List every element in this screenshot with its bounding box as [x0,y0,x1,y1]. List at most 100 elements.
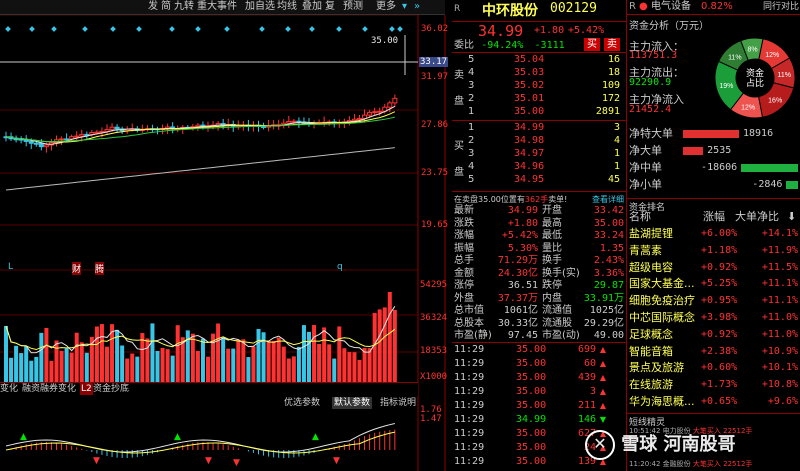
indicator-tabbar: 变化 融资融券变化 L2 资金抄底 [0,382,418,396]
toolbar-btn-events[interactable]: 重大事件 [197,0,237,14]
volume-bar [165,349,170,382]
book-level[interactable]: 1 35.00 2891 [452,105,626,118]
tab-change[interactable]: 变化 [0,383,18,395]
rank-row[interactable]: 中芯国际概念 +3.98% +11.0% [627,310,800,326]
book-level-volume: 109 [601,80,620,91]
toolbar-btn-fa[interactable]: 发 [148,0,158,14]
optimize-params-tab[interactable]: 优选参数 [284,397,320,409]
volume-bar [195,350,200,382]
toolbar-btn-predict[interactable]: 预测 [343,0,363,14]
book-level[interactable]: 4 34.96 1 [452,160,626,173]
stat-value: 33.42 [593,205,624,216]
signal-diamond-icon [224,26,230,32]
sort-down-icon[interactable]: ⬇ [787,210,796,224]
volume-bar [276,337,281,382]
toolbar-btn-more[interactable]: 更多 [376,0,396,14]
book-level-price: 34.95 [514,174,545,185]
stat-value: 2.43% [593,255,624,266]
tab-fund-bottom[interactable]: 资金抄底 [93,383,129,395]
rank-row[interactable]: 华为海思概... +0.65% +9.6% [627,394,800,410]
flow-bar-value: 2535 [707,145,732,156]
stat-value: 37.37万 [497,292,538,304]
sell-button[interactable]: 卖 [604,38,620,51]
tick-price: 35.00 [516,372,547,383]
signal-diamond-icon [169,26,175,32]
rank-row[interactable]: 在线旅游 +1.73% +10.8% [627,377,800,393]
toolbar-btn-overlay[interactable]: 叠加 [302,0,322,14]
rank-row[interactable]: 智能音箱 +2.38% +10.9% [627,344,800,360]
book-level[interactable]: 2 34.98 4 [452,134,626,147]
rank-name: 中芯国际概念 [629,311,695,324]
rank-row[interactable]: 细胞免疫治疗 +0.95% +11.1% [627,293,800,309]
marker-cai[interactable]: 财 [72,262,82,275]
toolbar-btn-ma[interactable]: 均线 [277,0,297,14]
view-detail-link[interactable]: 查看详细 [592,194,624,205]
arrow-icon[interactable]: » [414,0,420,14]
marker-l: L [8,262,14,272]
tick-price: 35.00 [516,358,547,369]
weibi-label: 委比 [454,40,474,51]
volume-bar [190,333,195,382]
volume-bar [367,348,372,382]
rank-row[interactable]: 超级电容 +0.92% +11.5% [627,260,800,276]
buy-button[interactable]: 买 [584,38,600,51]
stat-value: 24.30亿 [497,267,538,279]
rank-header-name[interactable]: 名称 [629,210,651,224]
toolbar-btn-fu[interactable]: 复 [325,0,335,14]
rank-pct: +1.73% [701,379,738,391]
toolbar-btn-jiuzhuan[interactable]: 九转 [174,0,194,14]
candle [28,140,34,144]
book-level[interactable]: 4 35.03 18 [452,66,626,79]
sector-name[interactable]: 电气设备 [651,0,691,14]
book-level-price: 34.98 [514,135,545,146]
toolbar-btn-jian[interactable]: 简 [161,0,171,14]
volume-bar [382,307,387,382]
stats-row: 涨幅 +5.42% 最低 33.24 [452,230,626,242]
book-level-volume: 1 [613,148,620,159]
price-tick: 36.02 [421,24,449,34]
book-level[interactable]: 1 34.99 3 [452,121,626,134]
stat-label: 金额 [454,267,474,279]
price-axis: 36.02 35.00 33.17 31.97 27.86 23.75 19.6… [371,15,449,275]
stats-row: 涨停 36.51 跌停 29.87 [452,280,626,292]
book-level[interactable]: 2 35.01 172 [452,92,626,105]
stat-label: 换手 [542,255,562,266]
marker-teng[interactable]: 腾 [95,262,105,275]
candle [64,138,70,141]
expand-icon[interactable]: ▾ [402,0,407,14]
right-panel: R ● 电气设备 0.82% 同行对比 资金分析（万元） 主力流入： 11375… [627,0,800,471]
donut-slice-label: 11% [728,54,742,61]
arrow-up-icon: ▲ [599,387,606,396]
book-level[interactable]: 3 35.02 109 [452,79,626,92]
price-change: +1.80 [534,25,565,36]
book-level[interactable]: 5 35.04 16 [452,53,626,66]
rank-row[interactable]: 盐湖提锂 +6.00% +14.1% [627,226,800,242]
ask-book: 5 35.04 16 4 35.03 18 3 35.02 109 2 35.01 172 1 35.00… [452,53,626,119]
volume-bar [301,325,306,382]
rank-header-pct[interactable]: 涨幅 [703,210,725,224]
peer-compare-link[interactable]: 同行对比 [763,0,799,14]
stat-label: 市盈(静) [454,330,492,341]
book-level[interactable]: 5 34.95 45 [452,173,626,186]
stat-value: 29.29亿 [583,317,624,329]
rank-row[interactable]: 足球概念 +0.92% +11.0% [627,327,800,343]
book-level[interactable]: 3 34.97 1 [452,147,626,160]
rank-row[interactable]: 景点及旅游 +0.60% +10.1% [627,360,800,376]
tick-time: 11:29 [454,400,485,411]
bid-pan-label: 盘 [454,167,464,178]
volume-bar [170,355,175,382]
volume-bar [236,339,241,382]
inflow-value: 113751.3 [629,50,678,61]
flow-bar-row: 净大单 2535 [627,143,800,159]
rank-row[interactable]: 青蒿素 +1.18% +11.9% [627,243,800,259]
rank-row[interactable]: 国家大基金... +5.25% +11.1% [627,276,800,292]
tick-row: 11:29 35.00 3 ▲ [452,385,626,399]
tab-margin-change[interactable]: 融资融券变化 [22,383,76,395]
toolbar-btn-add-watch[interactable]: 加自选 [245,0,275,14]
indicator-desc-tab[interactable]: 指标说明 [380,397,416,409]
default-params-tab[interactable]: 默认参数 [332,397,373,409]
candle [94,131,100,134]
rank-header-net[interactable]: 大单净比 [735,210,779,224]
rank-pct: +6.00% [701,228,738,239]
candle [38,142,44,148]
